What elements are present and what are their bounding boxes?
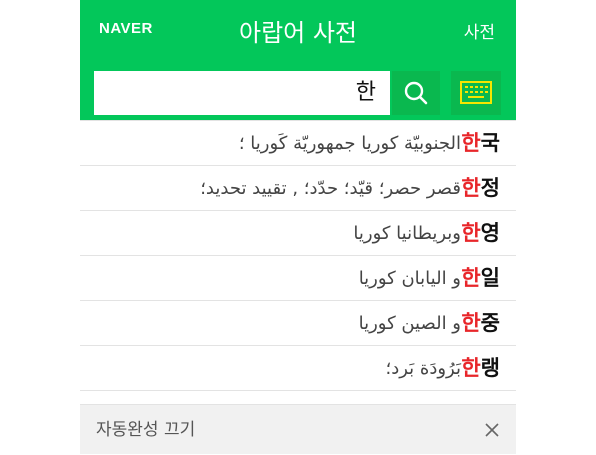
suggestion-row[interactable]: الجنوبيّة كوريا جمهوريّة كَوريا ؛ 한국 [80, 121, 516, 166]
suggestion-row[interactable]: وبريطانيا كوريا 한영 [80, 211, 516, 256]
match-highlight: 한 [461, 131, 481, 155]
search-button[interactable] [392, 71, 440, 115]
suggestion-word: 한중 [461, 301, 500, 346]
search-input[interactable]: 한 [94, 71, 390, 115]
autocomplete-off-button[interactable]: 자동완성 끄기 [96, 405, 195, 455]
match-highlight: 한 [461, 176, 481, 200]
suggestion-list: الجنوبيّة كوريا جمهوريّة كَوريا ؛ 한국 قصر… [80, 120, 516, 391]
dictionary-app: NAVER 아랍어 사전 사전 한 الجنوبيّة كوريا جمهوري… [80, 0, 516, 454]
dictionary-link[interactable]: 사전 [464, 18, 495, 43]
suggestion-row[interactable]: بَرُودَة بَرد؛ 한랭 [80, 346, 516, 391]
word-rest: 영 [480, 221, 500, 245]
header: NAVER 아랍어 사전 사전 [80, 0, 516, 60]
word-rest: 국 [480, 131, 500, 155]
match-highlight: 한 [461, 311, 481, 335]
suggestion-meaning: و اليابان كوريا [358, 268, 461, 289]
suggestion-meaning: الجنوبيّة كوريا جمهوريّة كَوريا ؛ [238, 133, 461, 154]
search-bar: 한 [80, 60, 516, 120]
suggestion-row[interactable]: و اليابان كوريا 한일 [80, 256, 516, 301]
keyboard-button[interactable] [451, 71, 501, 115]
word-rest: 랭 [480, 356, 500, 380]
page-title: 아랍어 사전 [238, 19, 358, 47]
close-icon[interactable] [482, 420, 502, 440]
suggestion-meaning: قصر حصر؛ قيّد؛ حدّد؛ , تقييد تحديد؛ [200, 178, 461, 199]
suggestion-word: 한국 [461, 121, 500, 166]
suggestion-meaning: بَرُودَة بَرد؛ [385, 358, 461, 379]
suggestion-row[interactable]: قصر حصر؛ قيّد؛ حدّد؛ , تقييد تحديد؛ 한정 [80, 166, 516, 211]
search-icon [404, 81, 428, 105]
suggestion-word: 한정 [461, 166, 500, 211]
match-highlight: 한 [461, 356, 481, 380]
suggestion-word: 한랭 [461, 346, 500, 391]
word-rest: 정 [480, 176, 500, 200]
suggestion-word: 한일 [461, 256, 500, 301]
match-highlight: 한 [461, 221, 481, 245]
match-highlight: 한 [461, 266, 481, 290]
suggestion-meaning: وبريطانيا كوريا [353, 223, 461, 244]
keyboard-icon [460, 81, 492, 104]
autocomplete-footer: 자동완성 끄기 [80, 404, 516, 454]
suggestion-word: 한영 [461, 211, 500, 256]
suggestion-row[interactable]: و الصين كوريا 한중 [80, 301, 516, 346]
suggestion-meaning: و الصين كوريا [358, 313, 461, 334]
word-rest: 중 [480, 311, 500, 335]
word-rest: 일 [480, 266, 500, 290]
